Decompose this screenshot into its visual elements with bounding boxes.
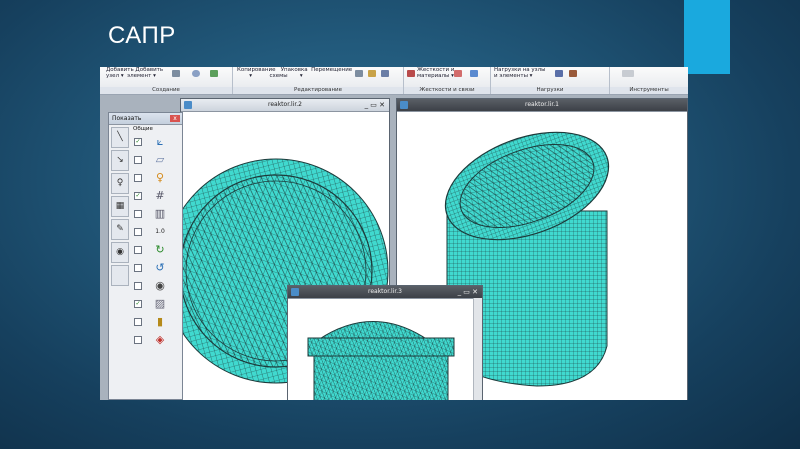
window-title: reaktor.lir.3 xyxy=(368,288,402,295)
cloud-icon[interactable] xyxy=(192,70,200,77)
hatch-icon: ▨ xyxy=(154,297,166,310)
load-table-icon[interactable] xyxy=(555,70,563,77)
link-icon[interactable] xyxy=(470,70,478,77)
grid-icon[interactable] xyxy=(172,70,180,77)
stiffness-materials-button[interactable]: Жесткости и материалы ▾ xyxy=(417,67,454,79)
ribbon-group-label: Нагрузки xyxy=(491,87,609,94)
panel-header[interactable]: Показать x xyxy=(109,113,182,125)
constraint-icon[interactable] xyxy=(454,70,462,77)
add-node-element-buttons[interactable]: Добавить Добавить узел ▾ элемент ▾ xyxy=(106,67,163,79)
number-icon: 1.0 xyxy=(155,228,165,235)
window-title: reaktor.lir.1 xyxy=(525,101,559,108)
app-icon xyxy=(400,101,408,109)
color-tool-icon[interactable]: ▦ xyxy=(111,196,129,217)
node-tool-icon[interactable]: ♀ xyxy=(111,173,129,194)
load-edit-icon[interactable] xyxy=(569,70,577,77)
grid-icon: # xyxy=(155,189,165,202)
ribbon-group-loads: Нагрузки на узлы и элементы ▾ Нагрузки xyxy=(491,67,610,94)
option-checkbox[interactable] xyxy=(134,174,142,182)
view-tool-icon[interactable]: ◉ xyxy=(111,242,129,263)
node-icon: ♀ xyxy=(155,171,165,184)
app-icon xyxy=(184,101,192,109)
blank-tool-icon[interactable] xyxy=(111,265,129,286)
eye-icon: ◉ xyxy=(155,279,165,292)
pencil-icon[interactable] xyxy=(368,70,376,77)
ribbon-group-label: Жесткости и связи xyxy=(404,87,490,94)
axes-icon: ⟀ xyxy=(156,135,164,148)
close-icon[interactable]: x xyxy=(170,115,180,122)
accent-block xyxy=(684,0,730,74)
window-title: reaktor.lir.2 xyxy=(268,101,302,108)
options-group-label: Общие xyxy=(133,126,153,132)
plate-icon: ▱ xyxy=(155,153,165,166)
edit-buttons[interactable]: Копирование Упаковка Перемещение ▾ схемы… xyxy=(237,67,352,79)
app-icon xyxy=(291,288,299,296)
option-checkbox[interactable]: ✓ xyxy=(134,300,142,308)
window-reaktor-3[interactable]: reaktor.lir.3 _ ▭ ✕ xyxy=(287,285,483,400)
window-controls[interactable]: _ ▭ ✕ xyxy=(365,99,385,111)
option-checkbox[interactable] xyxy=(134,246,142,254)
window-controls[interactable]: _ ▭ ✕ xyxy=(458,286,478,298)
option-checkbox[interactable] xyxy=(134,318,142,326)
rotate-icon: ↻ xyxy=(155,243,165,256)
option-checkbox[interactable] xyxy=(134,156,142,164)
color-bars-icon: ▮ xyxy=(156,315,164,328)
option-checkbox[interactable] xyxy=(134,228,142,236)
ribbon-toolbar: Добавить Добавить узел ▾ элемент ▾ Созда… xyxy=(100,67,688,95)
ribbon-group-label: Редактирование xyxy=(233,87,403,94)
ribbon-group-create: Добавить Добавить узел ▾ элемент ▾ Созда… xyxy=(100,67,233,94)
grid-edit-icon[interactable] xyxy=(355,70,363,77)
option-checkbox[interactable]: ✓ xyxy=(134,192,142,200)
rotate-axis-icon: ↺ xyxy=(155,261,165,274)
display-options-panel: Показать x ╲ ↘ ♀ ▦ ✎ ◉ Общие ✓ ⟀ ▱ ♀ ✓ # ▥… xyxy=(108,112,183,400)
slide-title: САПР xyxy=(108,22,176,49)
options-list: Общие ✓ ⟀ ▱ ♀ ✓ # ▥ 1.0 ↻ ↺ ◉ ✓ ▨ ▮ ◈ xyxy=(131,126,180,350)
pencil-tool-icon[interactable]: ✎ xyxy=(111,219,129,240)
ribbon-group-tools: Инструменты xyxy=(610,67,688,94)
option-checkbox[interactable] xyxy=(134,336,142,344)
option-checkbox[interactable]: ✓ xyxy=(134,138,142,146)
line-tool-icon[interactable]: ╲ xyxy=(111,127,129,148)
move-icon[interactable] xyxy=(381,70,389,77)
chart-icon[interactable] xyxy=(210,70,218,77)
ribbon-group-stiffness: Жесткости и материалы ▾ Жесткости и связ… xyxy=(404,67,491,94)
ribbon-group-label: Создание xyxy=(100,87,232,94)
panel-toolstrip: ╲ ↘ ♀ ▦ ✎ ◉ xyxy=(111,127,129,288)
panel-title: Показать xyxy=(112,115,142,122)
ribbon-group-edit: Копирование Упаковка Перемещение ▾ схемы… xyxy=(233,67,404,94)
option-checkbox[interactable] xyxy=(134,264,142,272)
vertical-scrollbar[interactable] xyxy=(473,298,482,400)
option-checkbox[interactable] xyxy=(134,282,142,290)
ribbon-group-label: Инструменты xyxy=(610,87,688,94)
stiffness-icon[interactable] xyxy=(407,70,415,77)
reactor-side-mesh-view[interactable] xyxy=(288,298,474,400)
tools-icon[interactable] xyxy=(622,70,634,77)
loads-button[interactable]: Нагрузки на узлы и элементы ▾ xyxy=(494,67,545,79)
option-checkbox[interactable] xyxy=(134,210,142,218)
mesh-icon: ▥ xyxy=(154,207,166,220)
arrow-tool-icon[interactable]: ↘ xyxy=(111,150,129,171)
cube-red-icon: ◈ xyxy=(155,333,165,346)
mdi-workspace: reaktor.lir.2 _ ▭ ✕ reaktor.lir.1 reakto… xyxy=(100,95,688,400)
